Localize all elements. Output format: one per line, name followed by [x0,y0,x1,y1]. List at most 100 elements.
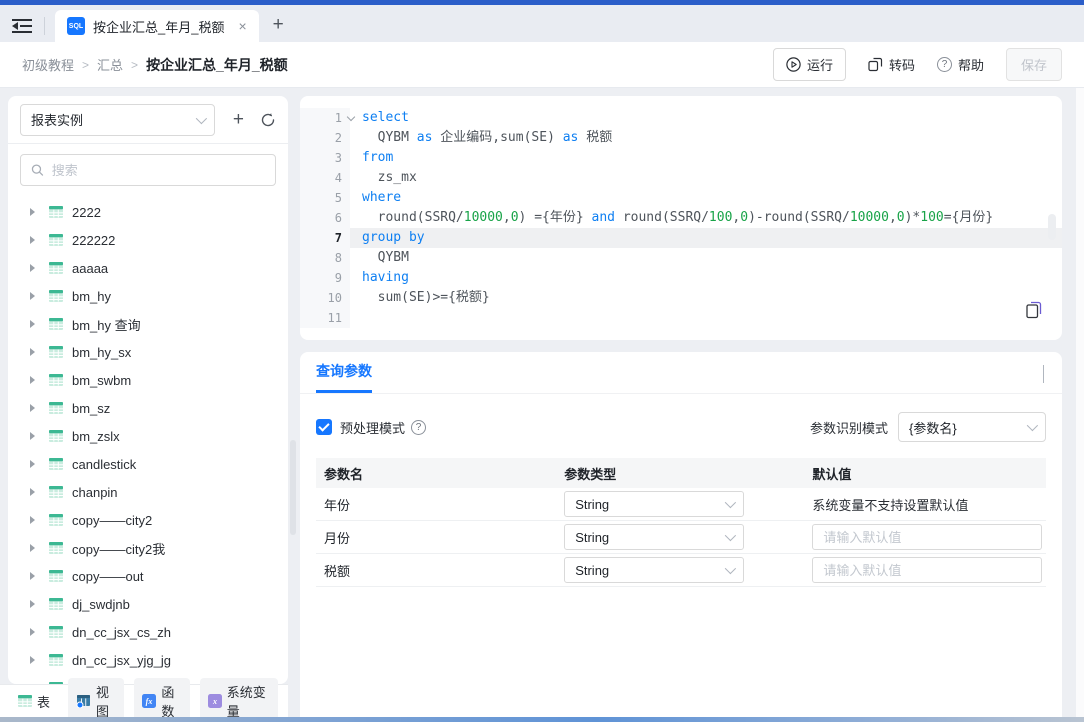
new-tab-button[interactable]: + [273,14,284,36]
param-name: 年份 [316,495,564,514]
sql-editor[interactable]: 1select2 QYBM as 企业编码,sum(SE) as 税额3from… [300,96,1062,340]
sidebar-footer-tab-table[interactable]: 表 [10,688,58,715]
collapse-panel-icon[interactable] [1043,365,1044,383]
tree-item[interactable]: dn_cc_jsx_cs_zh [8,618,288,646]
recognition-mode-select[interactable]: {参数名} [898,412,1046,442]
default-value-input[interactable] [812,557,1042,583]
chevron-down-icon [725,563,736,574]
code-line[interactable]: 5where [300,188,1062,208]
params-table: 参数名 参数类型 默认值 年份String系统变量不支持设置默认值月份Strin… [316,458,1046,587]
code-area[interactable]: 1select2 QYBM as 企业编码,sum(SE) as 税额3from… [300,96,1062,328]
refresh-button[interactable] [260,112,276,128]
code-text [350,308,1062,328]
expand-caret-icon[interactable] [30,516,35,524]
tree-item[interactable]: copy——out [8,562,288,590]
code-line[interactable]: 6 round(SSRQ/10000,0) ={年份} and round(SS… [300,208,1062,228]
tab-query-params[interactable]: 查询参数 [316,361,372,393]
tab-active[interactable]: SQL 按企业汇总_年月_税额 × [55,10,259,42]
breadcrumb-level2[interactable]: 汇总 [97,55,123,74]
tree-item[interactable]: bm_sz [8,394,288,422]
tree-item-label: dn_cc_jsx_cs_zh [72,625,171,640]
expand-caret-icon[interactable] [30,572,35,580]
table-icon [49,542,63,554]
expand-caret-icon[interactable] [30,628,35,636]
expand-caret-icon[interactable] [30,208,35,216]
transcode-button[interactable]: 转码 [868,55,915,74]
expand-caret-icon[interactable] [30,488,35,496]
collapse-sidebar-icon[interactable] [0,10,44,42]
line-number: 5 [300,188,350,208]
run-button[interactable]: 运行 [773,48,846,81]
tab-strip: SQL 按企业汇总_年月_税额 × + [0,5,1084,42]
tree-item[interactable]: copy——city2我 [8,534,288,562]
tree-item[interactable]: dj_swdjnb [8,590,288,618]
sidebar-footer-tab-function[interactable]: fx 函数 [134,678,189,722]
default-value-input[interactable] [812,524,1042,550]
code-line[interactable]: 7group by [300,228,1062,248]
expand-caret-icon[interactable] [30,264,35,272]
tree-item[interactable]: bm_hy_sx [8,338,288,366]
code-line[interactable]: 10 sum(SE)>={税额} [300,288,1062,308]
param-type-select[interactable]: String [564,524,744,550]
tree-item[interactable]: 2222 [8,198,288,226]
expand-caret-icon[interactable] [30,544,35,552]
expand-caret-icon[interactable] [30,348,35,356]
add-object-button[interactable]: + [233,109,244,131]
preprocess-checkbox[interactable] [316,419,332,435]
search-input[interactable] [52,163,265,178]
tree-item-label: copy——city2我 [72,539,165,558]
code-text: QYBM [350,248,1062,268]
expand-caret-icon[interactable] [30,320,35,328]
main-scrollbar-track[interactable] [1076,88,1084,717]
sidebar-scrollbar-thumb[interactable] [290,440,296,535]
params-table-header: 参数名 参数类型 默认值 [316,458,1046,488]
expand-caret-icon[interactable] [30,432,35,440]
tree-item[interactable]: aaaaa [8,254,288,282]
tree-item[interactable]: bm_hy 查询 [8,310,288,338]
code-line[interactable]: 1select [300,108,1062,128]
code-text: having [350,268,1062,288]
breadcrumb-current: 按企业汇总_年月_税额 [146,55,288,75]
tab-close-icon[interactable]: × [238,19,246,33]
expand-caret-icon[interactable] [30,656,35,664]
copy-sql-icon[interactable] [1026,301,1042,324]
tree-item[interactable]: copy——city2 [8,506,288,534]
tree-item[interactable]: chanpin [8,478,288,506]
code-line[interactable]: 9having [300,268,1062,288]
tree-item[interactable]: dn_cc_jsx_yjg_jg [8,646,288,674]
param-type-value: String [575,497,609,512]
expand-caret-icon[interactable] [30,292,35,300]
tree-item[interactable]: bm_swbm [8,366,288,394]
code-line[interactable]: 2 QYBM as 企业编码,sum(SE) as 税额 [300,128,1062,148]
expand-caret-icon[interactable] [30,600,35,608]
save-button[interactable]: 保存 [1006,48,1062,81]
expand-caret-icon[interactable] [30,376,35,384]
tree-item[interactable]: candlestick [8,450,288,478]
param-type-value: String [575,563,609,578]
code-line[interactable]: 8 QYBM [300,248,1062,268]
tree-item[interactable]: bm_hy [8,282,288,310]
table-icon [49,486,63,498]
param-row: 年份 String 系统变量不支持设置默认值 [316,488,1046,521]
breadcrumb-level1[interactable]: 初级教程 [22,55,74,74]
object-type-select[interactable]: 报表实例 [20,104,215,136]
line-number: 7 [300,228,350,248]
tree-item[interactable]: bm_zslx [8,422,288,450]
param-type-select[interactable]: String [564,491,744,517]
expand-caret-icon[interactable] [30,404,35,412]
expand-caret-icon[interactable] [30,236,35,244]
expand-caret-icon[interactable] [30,460,35,468]
code-line[interactable]: 11 [300,308,1062,328]
tree-item[interactable]: 222222 [8,226,288,254]
code-line[interactable]: 3from [300,148,1062,168]
default-value-note: 系统变量不支持设置默认值 [812,498,968,513]
code-line[interactable]: 4 zs_mx [300,168,1062,188]
preprocess-help-icon[interactable]: ? [411,420,426,435]
table-tree: 2222 222222 aaaaa bm_hy bm_hy 查询 bm_hy_s… [8,192,288,684]
help-button[interactable]: ? 帮助 [937,55,984,74]
sidebar-footer-tab-system-variable[interactable]: x 系统变量 [200,678,278,722]
tree-item-label: dj_swdjnb [72,597,130,612]
sidebar-footer-tab-view[interactable]: 视图 [68,678,124,722]
param-type-select[interactable]: String [564,557,744,583]
editor-scrollbar-thumb[interactable] [1048,214,1056,240]
